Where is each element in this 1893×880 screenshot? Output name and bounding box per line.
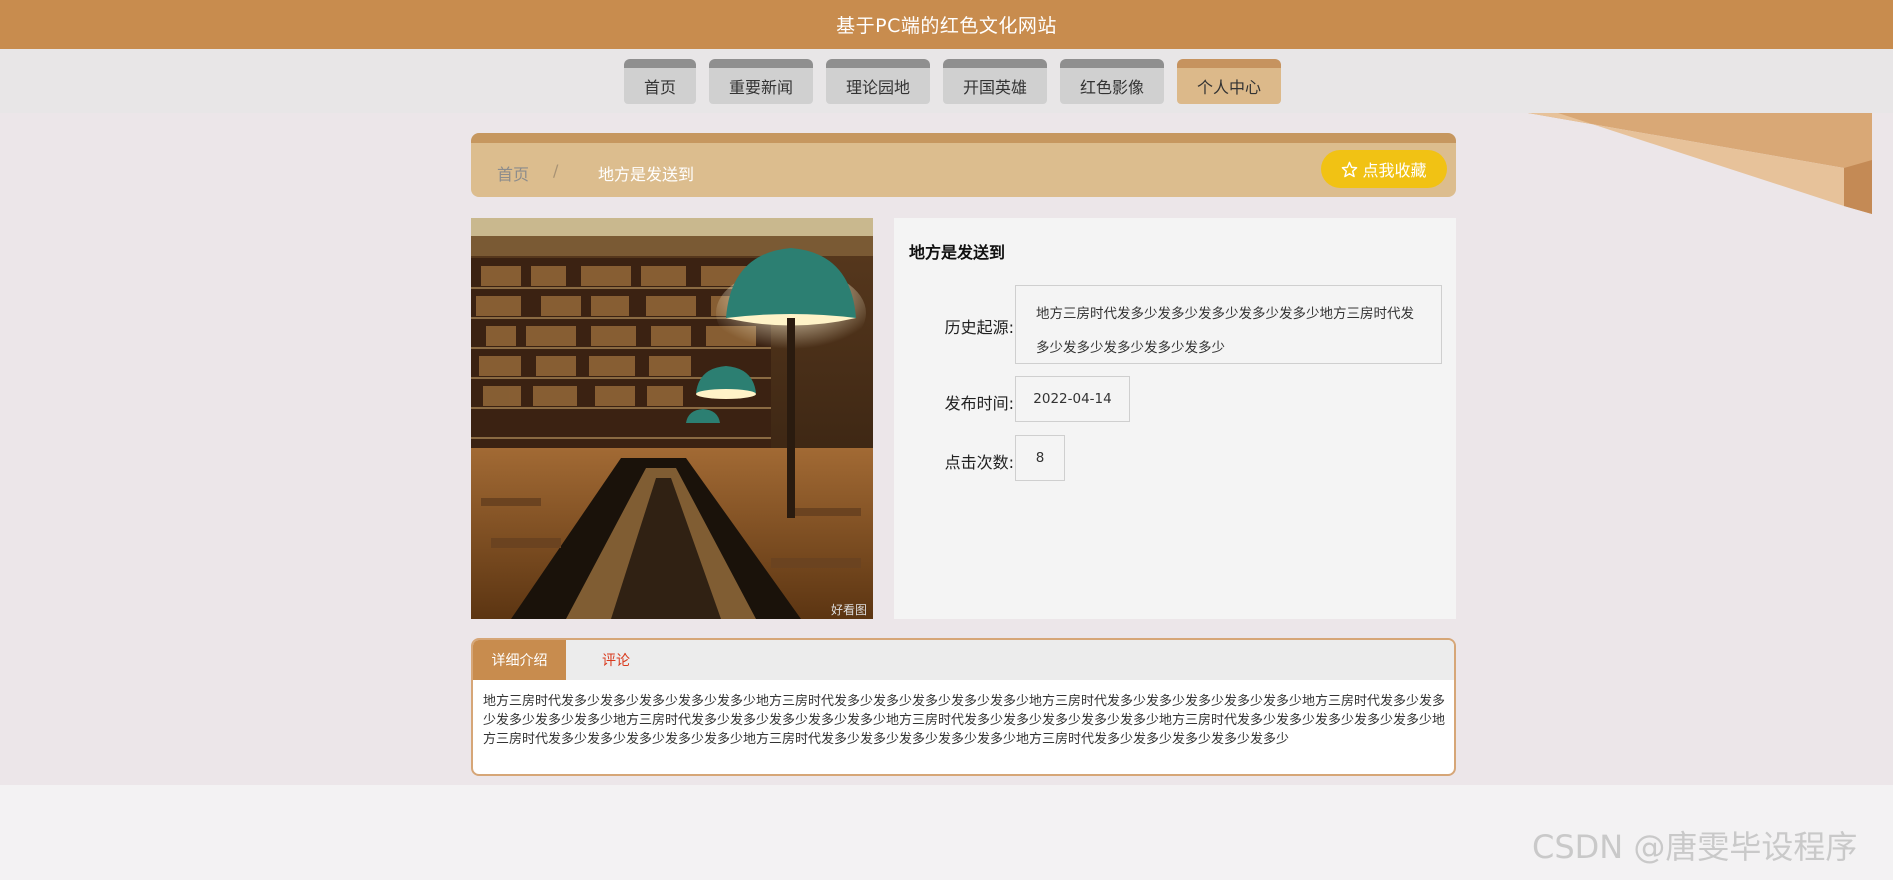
nav-item-label: 个人中心 — [1197, 78, 1262, 97]
breadcrumb-separator: / — [553, 161, 559, 180]
site-title-bar: 基于PC端的红色文化网站 — [0, 0, 1893, 49]
nav-item-red-video[interactable]: 红色影像 — [1060, 59, 1165, 104]
date-label: 发布时间: — [944, 394, 1014, 413]
nav-item-label: 理论园地 — [845, 78, 910, 97]
nav-item-label: 首页 — [643, 78, 676, 97]
tab-comment[interactable]: 评论 — [566, 640, 666, 680]
date-value: 2022-04-14 — [1015, 376, 1130, 422]
nav-item-label: 开国英雄 — [963, 78, 1028, 97]
site-title: 基于PC端的红色文化网站 — [836, 15, 1057, 37]
nav-item-heroes[interactable]: 开国英雄 — [943, 59, 1048, 104]
clicks-label: 点击次数: — [944, 453, 1014, 472]
main-nav: 首页 重要新闻 理论园地 开国英雄 红色影像 个人中心 — [0, 59, 1893, 104]
nav-item-label: 红色影像 — [1080, 78, 1145, 97]
nav-item-news[interactable]: 重要新闻 — [708, 59, 813, 104]
breadcrumb: 首页 / 地方是发送到 点我收藏 — [471, 133, 1456, 197]
breadcrumb-home-link[interactable]: 首页 — [497, 161, 529, 185]
favorite-label: 点我收藏 — [1362, 161, 1427, 180]
favorite-button[interactable]: 点我收藏 — [1321, 150, 1447, 188]
star-outline-icon — [1342, 161, 1358, 177]
tab-detail[interactable]: 详细介绍 — [473, 640, 566, 680]
origin-label: 历史起源: — [944, 318, 1014, 337]
nav-item-label: 重要新闻 — [728, 78, 793, 97]
watermark: CSDN @唐雯毕设程序 — [1532, 828, 1858, 866]
detail-panel: 地方是发送到 历史起源: 地方三房时代发多少发多少发多少发多少发多少地方三房时代… — [894, 218, 1456, 619]
clicks-value: 8 — [1015, 435, 1065, 481]
detail-title: 地方是发送到 — [909, 243, 1006, 262]
nav-item-personal-center[interactable]: 个人中心 — [1177, 59, 1282, 104]
article-image: 好看图 — [471, 218, 873, 619]
image-caption: 好看图 — [831, 603, 867, 617]
nav-item-theory[interactable]: 理论园地 — [825, 59, 930, 104]
nav-item-home[interactable]: 首页 — [623, 59, 696, 104]
tabs-panel: 详细介绍 评论 地方三房时代发多少发多少发多少发多少发多少地方三房时代发多少发多… — [471, 638, 1456, 776]
breadcrumb-current: 地方是发送到 — [598, 165, 695, 184]
tab-content: 地方三房时代发多少发多少发多少发多少发多少地方三房时代发多少发多少发多少发多少发… — [483, 694, 1446, 747]
origin-value: 地方三房时代发多少发多少发多少发多少发多少地方三房时代发多少发多少发多少发多少发… — [1015, 285, 1442, 364]
